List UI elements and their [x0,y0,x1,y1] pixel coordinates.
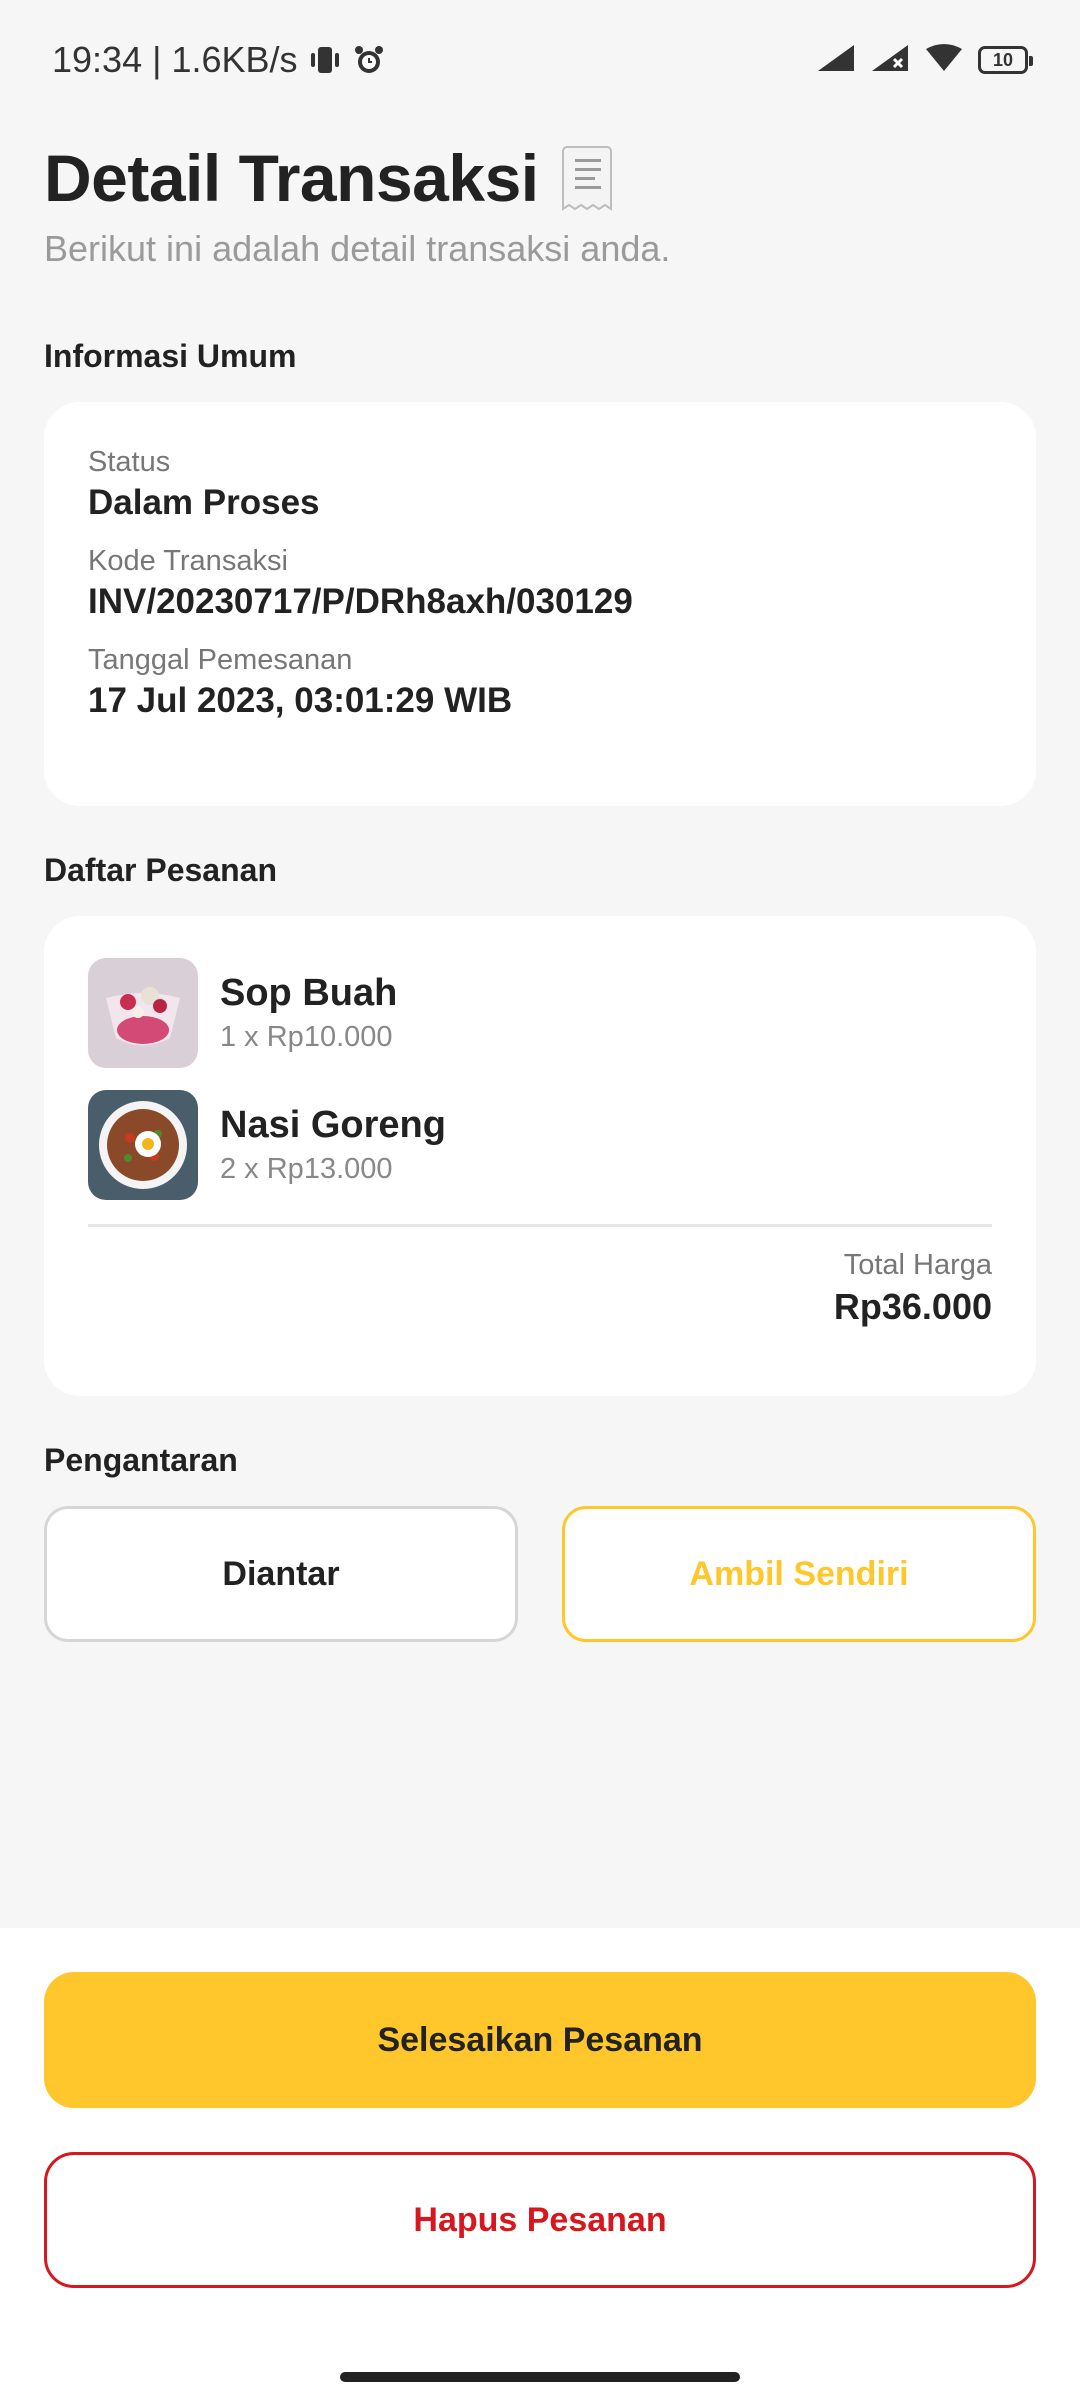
list-item: Nasi Goreng 2 x Rp13.000 [88,1090,992,1200]
delivery-option-deliver[interactable]: Diantar [44,1506,518,1642]
delivery-option-pickup[interactable]: Ambil Sendiri [562,1506,1036,1642]
status-right: 10 [816,43,1033,78]
total-value: Rp36.000 [833,1286,992,1327]
status-left: 19:34 | 1.6KB/s [52,39,386,81]
order-text: Sop Buah 1 x Rp10.000 [220,972,397,1054]
section-label-orders: Daftar Pesanan [44,852,277,888]
order-text: Nasi Goreng 2 x Rp13.000 [220,1104,446,1186]
total-block: Total Harga Rp36.000 [88,1249,992,1328]
sop-buah-image [88,958,198,1068]
page-subtitle: Berikut ini adalah detail transaksi anda… [44,228,671,269]
order-item-name: Nasi Goreng [220,1104,446,1146]
header: Detail Transaksi Berikut ini adalah deta… [44,140,1034,270]
section-label-delivery: Pengantaran [44,1442,238,1478]
order-item-qty-price: 2 x Rp13.000 [220,1153,393,1185]
page-title: Detail Transaksi [44,140,1034,216]
status-bar: 19:34 | 1.6KB/s 10 [0,0,1080,120]
order-date-label: Tanggal Pemesanan [88,644,353,676]
page-title-text: Detail Transaksi [44,141,539,215]
transaction-code-value: INV/20230717/P/DRh8axh/030129 [88,582,633,621]
total-label: Total Harga [843,1249,992,1281]
transaction-code-block: Kode Transaksi INV/20230717/P/DRh8axh/03… [88,545,992,622]
alarm-icon [352,43,386,77]
status-time-speed: 19:34 | 1.6KB/s [52,39,298,80]
delivery-options: Diantar Ambil Sendiri [44,1506,1036,1642]
receipt-icon [557,143,619,213]
home-indicator[interactable] [340,2372,740,2382]
transaction-code-label: Kode Transaksi [88,545,288,577]
status-label: Status [88,446,171,478]
wifi-icon [924,43,964,78]
battery-icon: 10 [978,46,1033,74]
delivery-option-deliver-label: Diantar [222,1554,340,1593]
order-item-name: Sop Buah [220,972,398,1014]
nasi-goreng-image [88,1090,198,1200]
list-item: Sop Buah 1 x Rp10.000 [88,958,992,1068]
vibrate-icon [308,43,342,77]
signal-x-icon [870,43,910,78]
order-list-card: Sop Buah 1 x Rp10.000 Nasi Goreng 2 x Rp… [44,916,1036,1396]
order-date-block: Tanggal Pemesanan 17 Jul 2023, 03:01:29 … [88,644,992,721]
signal-icon [816,43,856,78]
status-block: Status Dalam Proses [88,446,992,523]
divider [88,1224,992,1227]
bottom-action-panel: Selesaikan Pesanan Hapus Pesanan [0,1928,1080,2400]
status-value: Dalam Proses [88,483,320,522]
battery-level: 10 [992,49,1014,70]
section-label-general-info: Informasi Umum [44,338,297,374]
order-item-qty-price: 1 x Rp10.000 [220,1021,393,1053]
finish-order-button[interactable]: Selesaikan Pesanan [44,1972,1036,2108]
delete-order-button[interactable]: Hapus Pesanan [44,2152,1036,2288]
delivery-option-pickup-label: Ambil Sendiri [689,1554,909,1593]
order-date-value: 17 Jul 2023, 03:01:29 WIB [88,681,513,720]
general-info-card: Status Dalam Proses Kode Transaksi INV/2… [44,402,1036,806]
